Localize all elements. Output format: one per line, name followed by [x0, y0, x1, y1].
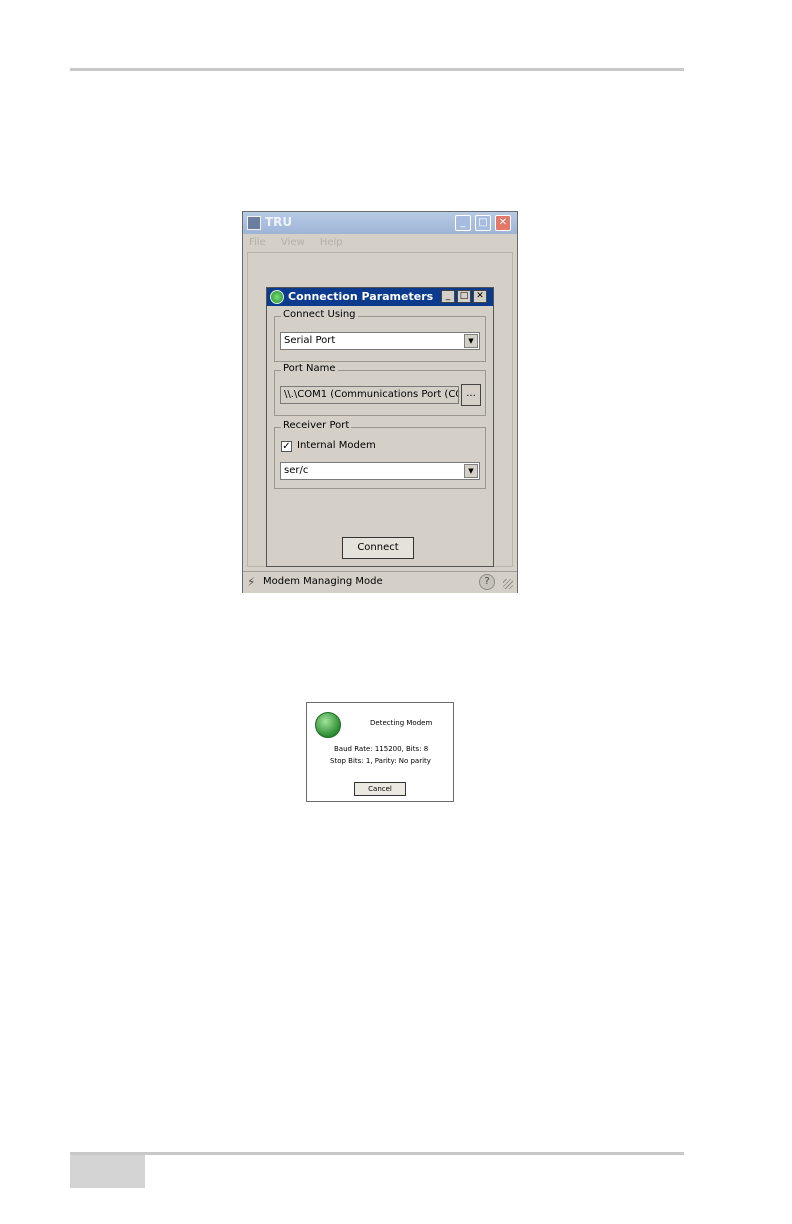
- app-maximize-button[interactable]: □: [475, 215, 491, 231]
- stop-bits-text: Stop Bits: 1, Parity: No parity: [330, 757, 431, 765]
- connect-using-label: Connect Using: [281, 309, 358, 320]
- menu-file[interactable]: File: [249, 237, 266, 248]
- menu-bar: File View Help: [249, 237, 355, 248]
- browse-port-button[interactable]: ...: [461, 384, 481, 406]
- app-minimize-button[interactable]: _: [455, 215, 471, 231]
- status-bar: ⚡ Modem Managing Mode ?: [243, 571, 517, 593]
- connection-parameters-dialog: Connection Parameters _ □ ✕ Connect Usin…: [266, 287, 494, 567]
- chevron-down-icon[interactable]: ▼: [464, 464, 478, 478]
- resize-grip[interactable]: [503, 579, 513, 589]
- receiver-port-group: Receiver Port ✓ Internal Modem ser/c ▼: [274, 420, 486, 489]
- connect-using-group: Connect Using Serial Port ▼: [274, 309, 486, 362]
- page-bottom-rule: [70, 1152, 684, 1155]
- receiver-port-label: Receiver Port: [281, 420, 352, 431]
- status-text: Modem Managing Mode: [263, 576, 383, 587]
- detecting-title: Detecting Modem: [370, 719, 433, 727]
- dialog-minimize-button[interactable]: _: [441, 290, 455, 303]
- connect-using-select[interactable]: Serial Port ▼: [280, 332, 480, 350]
- app-title-bar[interactable]: TRU _ □ ✕: [243, 212, 517, 234]
- connect-button[interactable]: Connect: [342, 537, 414, 559]
- receiver-port-value: ser/c: [284, 465, 309, 476]
- baud-rate-text: Baud Rate: 115200, Bits: 8: [334, 745, 429, 753]
- app-title: TRU: [265, 215, 293, 229]
- port-name-value: \\.\COM1 (Communications Port (COM: [284, 389, 459, 400]
- help-icon[interactable]: ?: [479, 574, 495, 590]
- menu-help[interactable]: Help: [320, 237, 343, 248]
- app-window-icon: [247, 216, 261, 230]
- dialog-close-button[interactable]: ✕: [473, 290, 487, 303]
- app-close-button[interactable]: ✕: [495, 215, 511, 231]
- dialog-maximize-button[interactable]: □: [457, 290, 471, 303]
- menu-view[interactable]: View: [281, 237, 305, 248]
- green-globe-icon: [270, 290, 284, 304]
- dialog-title-bar[interactable]: Connection Parameters _ □ ✕: [267, 288, 493, 306]
- detecting-modem-dialog: Detecting Modem Baud Rate: 115200, Bits:…: [306, 702, 454, 802]
- internal-modem-label[interactable]: Internal Modem: [297, 440, 376, 451]
- cancel-button[interactable]: Cancel: [354, 782, 406, 796]
- modem-icon: ⚡: [247, 575, 256, 589]
- page-number-block: [70, 1155, 145, 1188]
- dialog-title: Connection Parameters: [288, 290, 434, 303]
- port-name-label: Port Name: [281, 363, 338, 374]
- receiver-port-select[interactable]: ser/c ▼: [280, 462, 480, 480]
- connect-using-value: Serial Port: [284, 335, 336, 346]
- port-name-field[interactable]: \\.\COM1 (Communications Port (COM: [280, 386, 459, 404]
- green-globe-icon: [315, 712, 341, 738]
- port-name-group: Port Name \\.\COM1 (Communications Port …: [274, 363, 486, 416]
- chevron-down-icon[interactable]: ▼: [464, 334, 478, 348]
- page-top-rule: [70, 68, 684, 71]
- internal-modem-checkbox[interactable]: ✓: [281, 441, 292, 452]
